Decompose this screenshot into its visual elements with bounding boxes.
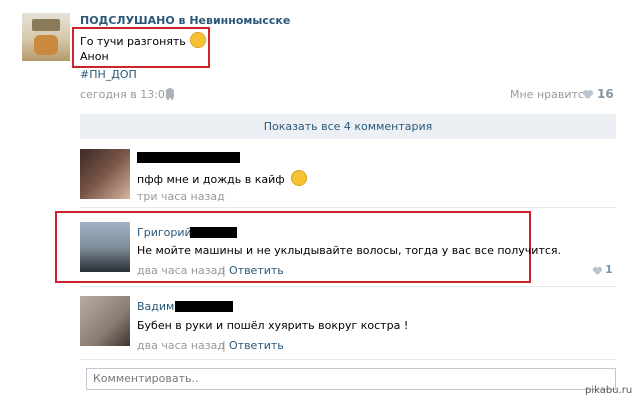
surprised-emoji-icon <box>291 170 308 186</box>
redacted-name <box>190 227 237 238</box>
divider <box>80 286 616 287</box>
comment-author[interactable]: Григорий <box>137 226 192 239</box>
comment-like-count: 1 <box>605 263 613 276</box>
comment-avatar[interactable] <box>80 296 130 346</box>
comment-text: Не мойте машины и не уклыдывайте волосы,… <box>137 244 562 257</box>
like-count: 16 <box>597 87 614 101</box>
comment-text: Бубен в руки и пошёл хуярить вокруг кост… <box>137 319 409 332</box>
logo-dog <box>34 35 58 55</box>
comment-avatar[interactable] <box>80 222 130 272</box>
redacted-name <box>137 152 240 163</box>
group-avatar[interactable] <box>22 13 70 61</box>
comment-time[interactable]: два часа назад <box>137 339 225 352</box>
heart-icon[interactable] <box>582 89 594 100</box>
watermark: pikabu.ru <box>585 385 633 396</box>
separator: | <box>222 339 226 352</box>
reply-link[interactable]: Ответить <box>229 339 284 352</box>
redacted-name <box>175 301 233 312</box>
post-hashtag[interactable]: #ПН_ДОП <box>80 68 137 81</box>
post-text-line2: Анон <box>80 50 109 63</box>
logo-crown <box>32 19 60 31</box>
post-date[interactable]: сегодня в 13:02 <box>80 88 172 101</box>
like-label[interactable]: Мне нравится <box>510 88 591 101</box>
comment-author[interactable]: Вадим <box>137 300 174 313</box>
smile-emoji-icon <box>190 32 207 48</box>
divider <box>80 359 616 360</box>
comment-time[interactable]: два часа назад <box>137 264 225 277</box>
post-author[interactable]: ПОДСЛУШАНО в Невинномысске <box>80 14 290 27</box>
android-icon <box>166 88 174 100</box>
post-text-line1: Го тучи разгонять <box>80 32 207 48</box>
comment-time[interactable]: три часа назад <box>137 190 225 203</box>
comment-text: пфф мне и дождь в кайф <box>137 170 308 186</box>
show-all-comments-button[interactable]: Показать все 4 комментария <box>80 114 616 139</box>
comment-input[interactable]: Комментировать.. <box>86 368 616 390</box>
separator: | <box>222 264 226 277</box>
reply-link[interactable]: Ответить <box>229 264 284 277</box>
comment-avatar[interactable] <box>80 149 130 199</box>
heart-icon[interactable] <box>592 266 603 276</box>
divider <box>80 207 616 208</box>
